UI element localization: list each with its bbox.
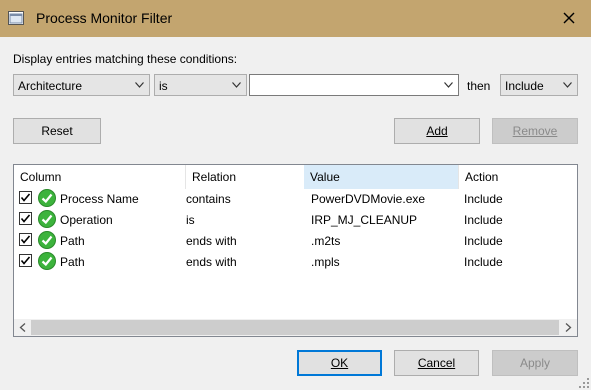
title-bar: Process Monitor Filter: [0, 0, 591, 37]
column-header-action[interactable]: Action: [459, 165, 577, 189]
cell-action: Include: [464, 255, 503, 269]
cell-action: Include: [464, 213, 503, 227]
scrollbar-thumb[interactable]: [31, 320, 559, 335]
column-header-value[interactable]: Value: [304, 165, 458, 189]
cell-value: .mpls: [311, 255, 340, 269]
table-row[interactable]: Path ends with .mpls Include: [14, 252, 577, 273]
scroll-left-icon[interactable]: [19, 323, 27, 332]
app-icon: [8, 11, 24, 25]
column-header-label: Relation: [192, 170, 237, 184]
column-header-label: Column: [20, 170, 62, 184]
apply-button[interactable]: Apply: [492, 350, 578, 376]
cell-column: Process Name: [60, 192, 139, 206]
reset-button[interactable]: Reset: [13, 118, 101, 144]
relation-select-value: is: [159, 79, 168, 93]
ok-button-label: OK: [330, 356, 349, 370]
table-row[interactable]: Process Name contains PowerDVDMovie.exe …: [14, 189, 577, 210]
cell-value: IRP_MJ_CLEANUP: [311, 213, 418, 227]
chevron-down-icon: [563, 82, 572, 88]
relation-select[interactable]: is: [154, 74, 247, 96]
ok-button[interactable]: OK: [297, 350, 382, 376]
action-select[interactable]: Include: [500, 74, 578, 96]
include-check-icon: [38, 189, 56, 207]
conditions-label: Display entries matching these condition…: [13, 52, 238, 66]
then-label: then: [467, 79, 491, 93]
value-combo[interactable]: [249, 74, 459, 96]
cell-relation: is: [186, 213, 195, 227]
cell-relation: contains: [186, 192, 231, 206]
column-select-value: Architecture: [18, 79, 83, 93]
scroll-right-icon[interactable]: [564, 323, 572, 332]
checkbox-icon[interactable]: [19, 233, 32, 246]
remove-button[interactable]: Remove: [492, 118, 578, 144]
cell-column: Path: [60, 255, 85, 269]
cell-column: Operation: [60, 213, 113, 227]
close-icon[interactable]: [557, 6, 581, 30]
cell-action: Include: [464, 234, 503, 248]
include-check-icon: [38, 210, 56, 228]
checkbox-icon[interactable]: [19, 254, 32, 267]
add-button-label: Add: [426, 124, 448, 138]
column-select[interactable]: Architecture: [13, 74, 150, 96]
cell-relation: ends with: [186, 234, 237, 248]
cell-action: Include: [464, 192, 503, 206]
action-select-value: Include: [505, 79, 544, 93]
chevron-down-icon[interactable]: [444, 82, 453, 88]
horizontal-scrollbar[interactable]: [14, 319, 577, 336]
add-button[interactable]: Add: [394, 118, 480, 144]
filter-list[interactable]: Column Relation Value Action Process Nam…: [13, 164, 578, 337]
column-header-column[interactable]: Column: [14, 165, 185, 189]
cell-column: Path: [60, 234, 85, 248]
table-row[interactable]: Operation is IRP_MJ_CLEANUP Include: [14, 210, 577, 231]
chevron-down-icon: [135, 82, 144, 88]
cell-value: PowerDVDMovie.exe: [311, 192, 426, 206]
include-check-icon: [38, 231, 56, 249]
remove-button-label: Remove: [512, 124, 558, 138]
column-header-label: Value: [310, 170, 340, 184]
window-title: Process Monitor Filter: [36, 10, 173, 26]
chevron-down-icon: [232, 82, 241, 88]
cancel-button-label: Cancel: [417, 356, 456, 370]
column-header-relation[interactable]: Relation: [186, 165, 304, 189]
cancel-button[interactable]: Cancel: [394, 350, 479, 376]
include-check-icon: [38, 252, 56, 270]
resize-grip-icon[interactable]: [579, 378, 589, 388]
column-header-label: Action: [465, 170, 499, 184]
cell-value: .m2ts: [311, 234, 341, 248]
table-row[interactable]: Path ends with .m2ts Include: [14, 231, 577, 252]
cell-relation: ends with: [186, 255, 237, 269]
checkbox-icon[interactable]: [19, 212, 32, 225]
checkbox-icon[interactable]: [19, 191, 32, 204]
